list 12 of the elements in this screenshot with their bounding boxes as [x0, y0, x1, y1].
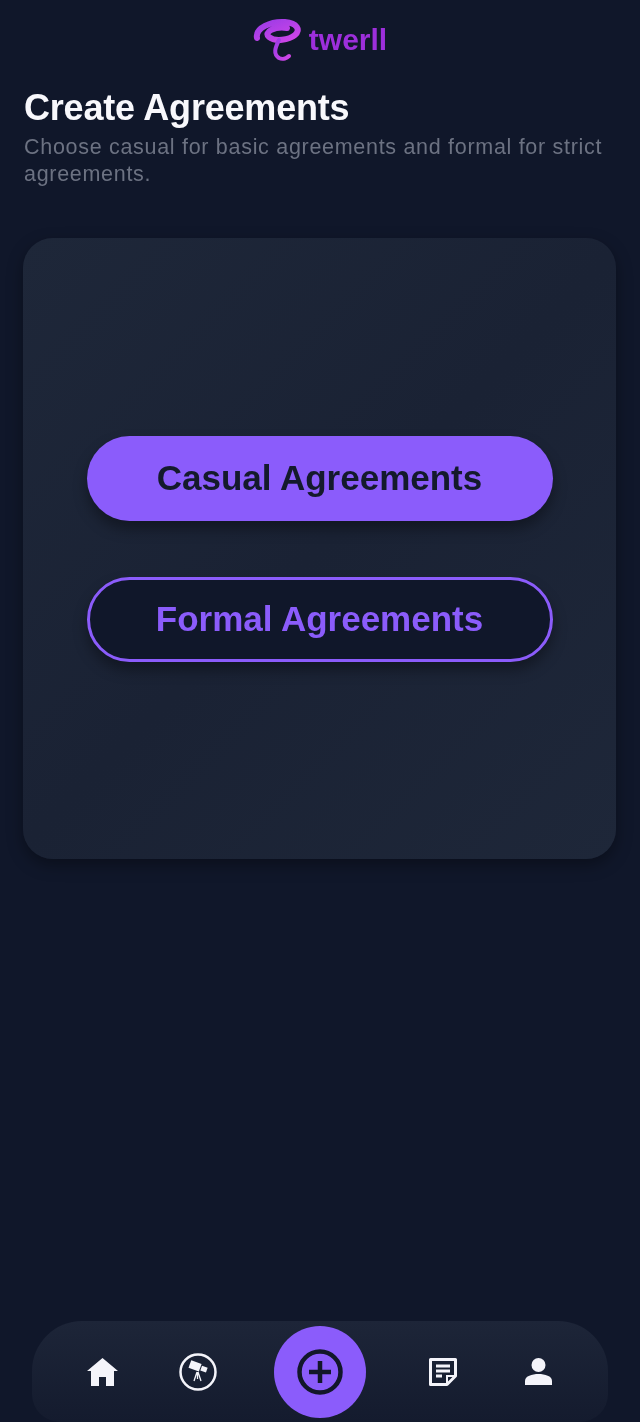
note-icon: [427, 1356, 458, 1387]
home-icon: [86, 1357, 118, 1386]
page-subtitle: Choose casual for basic agreements and formal for strict agreements.: [24, 134, 604, 188]
logo-text: twerll: [308, 25, 388, 55]
casual-agreements-button[interactable]: Casual Agreements: [86, 435, 553, 521]
page-title: Create Agreements: [24, 86, 351, 130]
telescope-icon: [178, 1352, 217, 1391]
ribbon-logo-icon: [252, 18, 303, 62]
formal-agreements-button[interactable]: Formal Agreements: [86, 576, 553, 662]
person-icon: [524, 1358, 552, 1385]
add-icon: [297, 1348, 343, 1395]
telescope-button[interactable]: [178, 1352, 217, 1391]
